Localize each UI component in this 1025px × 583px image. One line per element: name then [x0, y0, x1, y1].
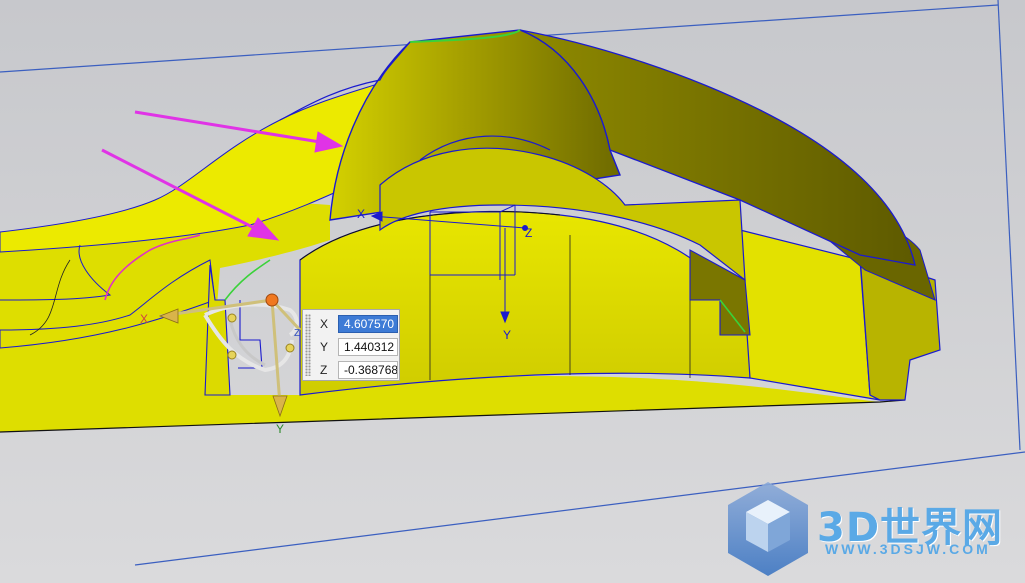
wcs-z-label: Z: [525, 226, 533, 240]
panel-drag-grip[interactable]: [305, 314, 311, 376]
x-label: X: [320, 317, 329, 331]
watermark-url: WWW.3DSJW.COM: [825, 541, 991, 557]
wcs-x-label: X: [357, 207, 366, 221]
z-row: Z -0.368768: [315, 360, 399, 380]
y-coordinate-field[interactable]: 1.440312: [338, 338, 398, 356]
manipulator-z-label: Z: [294, 328, 301, 339]
z-label: Z: [320, 363, 328, 377]
manipulator-y-label: Y: [276, 422, 285, 436]
y-row: Y 1.440312: [315, 337, 399, 357]
wcs-y-label: Y: [503, 328, 512, 342]
z-coordinate-field[interactable]: -0.368768: [338, 361, 398, 379]
coordinate-input-panel: X 4.607570 Y 1.440312 Z -0.368768: [302, 309, 400, 381]
x-coordinate-field[interactable]: 4.607570: [338, 315, 398, 333]
x-row: X 4.607570: [315, 314, 399, 334]
manipulator-x-label: X: [140, 312, 149, 326]
y-label: Y: [320, 340, 329, 354]
